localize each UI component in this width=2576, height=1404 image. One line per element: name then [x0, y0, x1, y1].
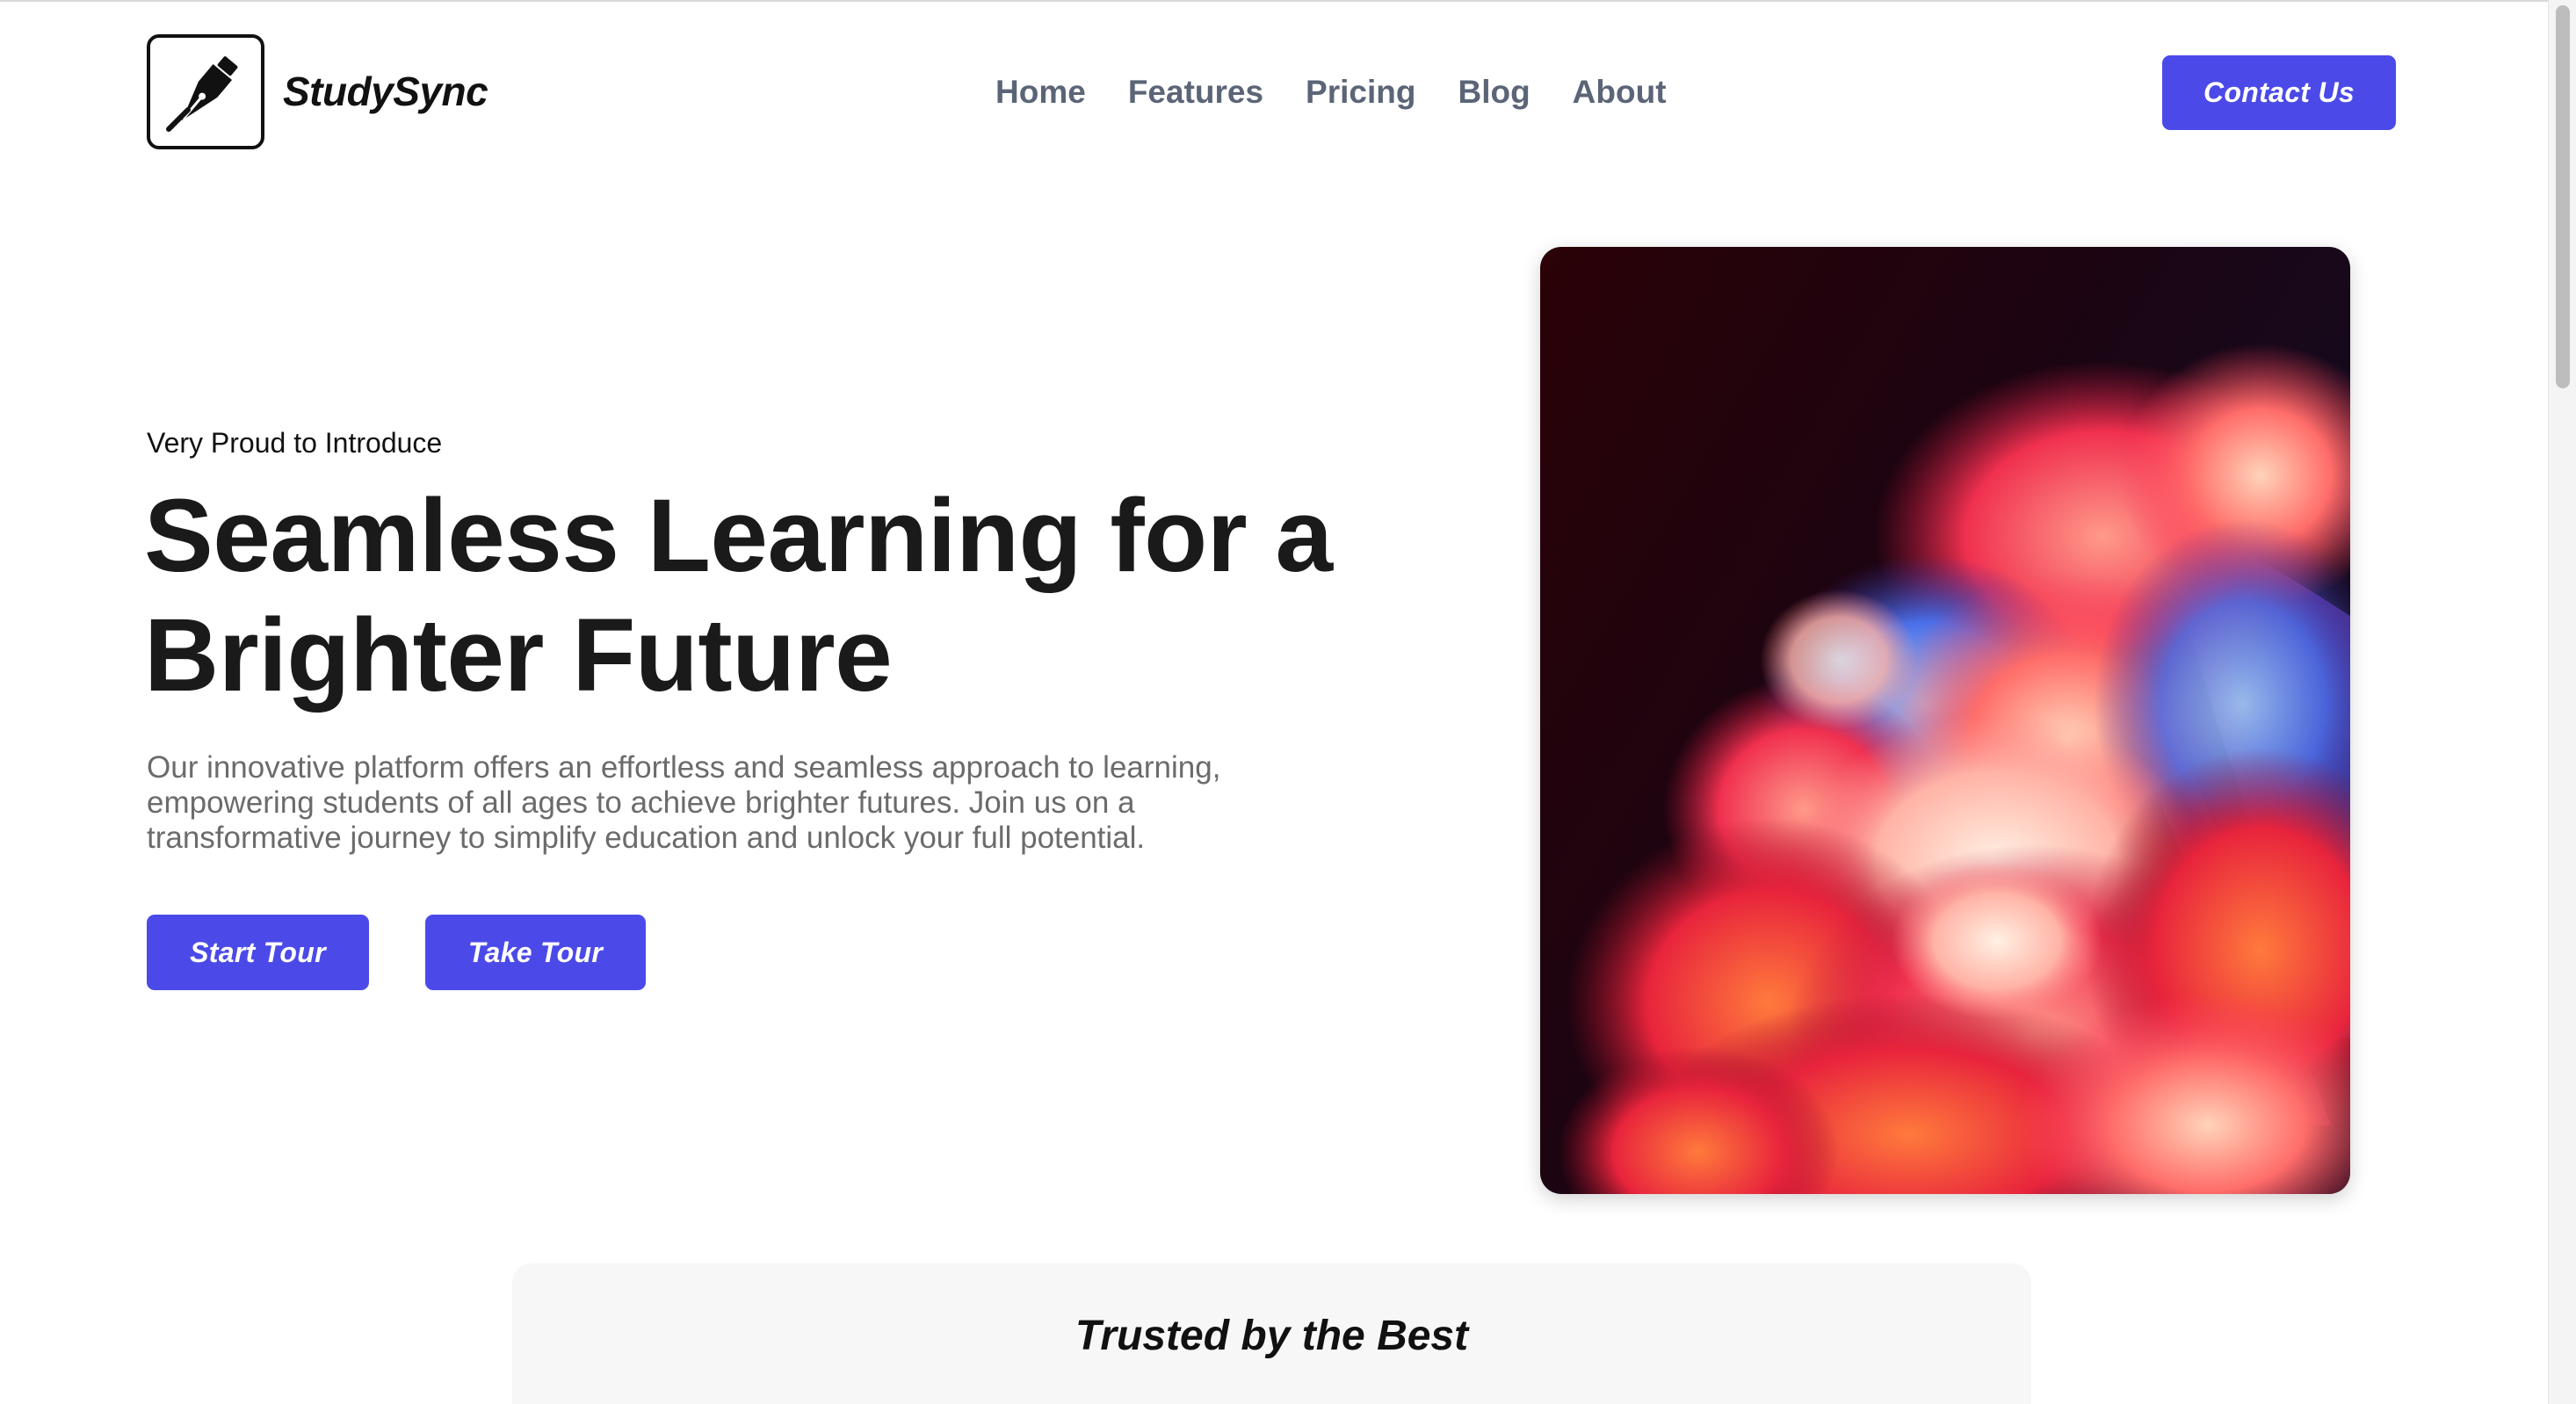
- hero-headline-line1: Seamless Learning for a: [144, 478, 1333, 594]
- colorful-cloud-artwork: [1558, 344, 2350, 1194]
- page-scrollbar[interactable]: [2548, 0, 2576, 1404]
- logo[interactable]: [147, 34, 264, 149]
- hero-kicker: Very Proud to Introduce: [147, 427, 443, 459]
- take-tour-button[interactable]: Take Tour: [425, 915, 646, 990]
- nav-blog[interactable]: Blog: [1458, 70, 1530, 114]
- fountain-pen-icon: [166, 55, 238, 132]
- trusted-section: Trusted by the Best: [512, 1263, 2031, 1404]
- nav-features[interactable]: Features: [1128, 70, 1263, 114]
- hero-image: [1540, 247, 2350, 1194]
- trusted-title: Trusted by the Best: [1075, 1313, 1469, 1359]
- nav-home[interactable]: Home: [995, 70, 1086, 114]
- contact-us-button[interactable]: Contact Us: [2162, 55, 2396, 130]
- start-tour-button[interactable]: Start Tour: [147, 915, 369, 990]
- main-nav: Home Features Pricing Blog About: [995, 70, 1667, 114]
- hero-description: Our innovative platform offers an effort…: [147, 750, 1221, 855]
- nav-pricing[interactable]: Pricing: [1306, 70, 1415, 114]
- brand-name[interactable]: StudySync: [283, 67, 488, 116]
- hero-headline-line2: Brighter Future: [144, 597, 893, 713]
- scrollbar-thumb[interactable]: [2556, 5, 2570, 388]
- nav-about[interactable]: About: [1573, 70, 1667, 114]
- hero-headline: Seamless Learning for a Brighter Future: [144, 476, 1550, 715]
- landing-page: StudySync Home Features Pricing Blog Abo…: [0, 0, 2548, 1404]
